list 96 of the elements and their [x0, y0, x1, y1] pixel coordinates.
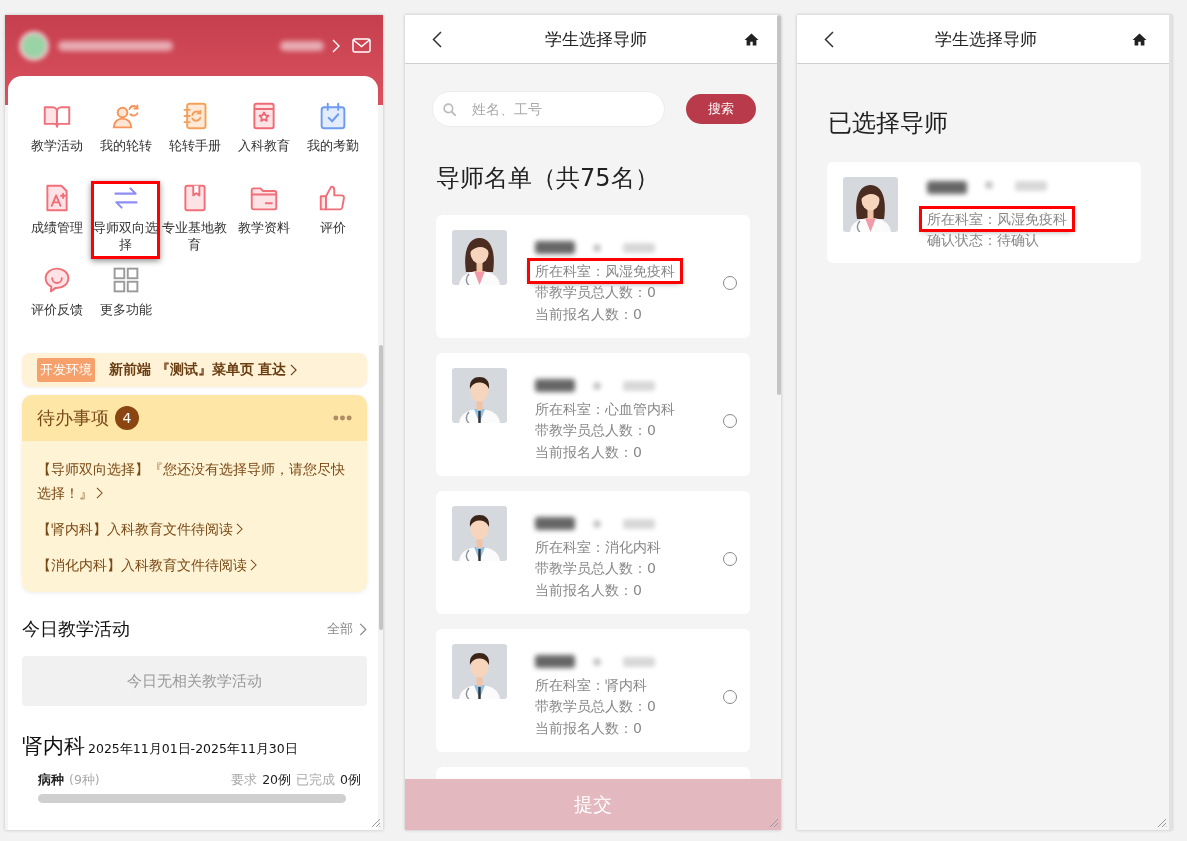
chevron-right-icon: [290, 364, 298, 376]
tutor-card[interactable]: 所在科室：风湿免疫科 带教学员总人数：0 当前报名人数：0: [436, 215, 750, 338]
applicants-count: 当前报名人数：0: [535, 444, 642, 462]
thumbs-up-icon: [318, 184, 347, 212]
doctor-avatar-icon: [843, 177, 898, 232]
tutor-card[interactable]: 所在科室：风湿免疫科 确认状态：待确认: [827, 162, 1141, 263]
stat-label: 要求: [231, 772, 258, 788]
env-tag: 开发环境: [37, 358, 95, 382]
page-title: 学生选择导师: [544, 27, 647, 51]
blurred-text: [623, 518, 655, 529]
list-title: 导师名单（共75名）: [436, 163, 660, 193]
scrollbar-thumb[interactable]: [777, 15, 781, 395]
blurred-text: [623, 380, 655, 391]
menu-item[interactable]: 教学活动: [22, 99, 91, 177]
chevron-right-icon: [96, 487, 103, 499]
chevron-right-icon[interactable]: [332, 38, 340, 53]
menu-item[interactable]: 轮转手册: [160, 99, 229, 177]
blurred-text: [593, 657, 601, 666]
search-icon: [443, 102, 456, 116]
menu-item[interactable]: 评价反馈: [22, 263, 91, 341]
date-range: 2025年11月01日-2025年11月30日: [88, 741, 298, 758]
menu-item[interactable]: 评价: [298, 181, 367, 259]
banner-link[interactable]: 新前端 『测试』菜单页 直达: [109, 361, 298, 379]
doctor-avatar-icon: [452, 644, 507, 699]
stat-label: 已完成: [296, 772, 336, 788]
blurred-text: [280, 40, 324, 51]
folder-icon: [249, 184, 278, 212]
scrollbar-thumb[interactable]: [379, 345, 383, 630]
home-icon[interactable]: [744, 32, 759, 46]
swap-arrows-icon: [111, 184, 140, 212]
tutor-card[interactable]: 所在科室：肾内科 带教学员总人数：0 当前报名人数：0: [436, 629, 750, 752]
grid-icon: [111, 266, 140, 294]
menu-item[interactable]: 教学资料: [229, 181, 298, 259]
blurred-text: [593, 243, 601, 252]
students-count: 带教学员总人数：0: [535, 560, 656, 578]
department-text: 所在科室：风湿免疫科: [530, 261, 680, 281]
stat-count: (9种): [69, 772, 100, 788]
todo-link[interactable]: 【肾内科】入科教育文件待阅读: [37, 517, 352, 541]
section-title: 今日教学活动: [22, 617, 130, 641]
blurred-text: [623, 242, 655, 253]
blurred-text: [1015, 181, 1047, 191]
chevron-right-icon: [250, 559, 257, 571]
menu-item[interactable]: 我的考勤: [298, 99, 367, 177]
blurred-text: [623, 656, 655, 667]
tutor-card[interactable]: 所在科室：消化内科 带教学员总人数：0 当前报名人数：0: [436, 491, 750, 614]
stat-value: 20例: [262, 772, 292, 788]
empty-state: 今日无相关教学活动: [22, 656, 367, 706]
status-text: 确认状态：待确认: [927, 232, 1039, 250]
more-icon[interactable]: [333, 415, 352, 421]
menu-item[interactable]: 成绩管理: [22, 181, 91, 259]
mail-icon[interactable]: [352, 38, 371, 53]
search-field[interactable]: 姓名、工号: [432, 91, 665, 127]
students-count: 带教学员总人数：0: [535, 284, 656, 302]
applicants-count: 当前报名人数：0: [535, 720, 642, 738]
all-link[interactable]: 全部: [327, 620, 367, 638]
chevron-right-icon: [236, 523, 243, 535]
count-badge: 4: [115, 406, 139, 430]
home-icon[interactable]: [1132, 32, 1147, 46]
back-icon[interactable]: [432, 30, 442, 48]
menu-item[interactable]: 入科教育: [229, 99, 298, 177]
doctor-avatar-icon: [452, 368, 507, 423]
department-text: 所在科室：消化内科: [534, 538, 662, 557]
chevron-right-icon: [359, 622, 367, 636]
doctor-avatar-icon: [452, 230, 507, 285]
section-title: 已选择导师: [828, 108, 949, 138]
blurred-text: [985, 181, 993, 189]
students-count: 带教学员总人数：0: [535, 698, 656, 716]
search-button[interactable]: 搜索: [686, 94, 756, 124]
resize-grip-icon[interactable]: [369, 816, 381, 828]
blurred-text: [593, 519, 601, 528]
menu-item[interactable]: 导师双向选择: [91, 181, 160, 259]
todo-link[interactable]: 【导师双向选择】『您还没有选择导师，请您尽快选择！』: [37, 457, 352, 505]
todo-title: 待办事项: [37, 406, 109, 430]
menu-item[interactable]: 我的轮转: [91, 99, 160, 177]
department-text: 所在科室：肾内科: [534, 676, 648, 695]
calendar-check-icon: [318, 102, 347, 130]
stat-label: 病种: [38, 772, 64, 788]
tutor-card[interactable]: 所在科室：心血管内科 带教学员总人数：0 当前报名人数：0: [436, 353, 750, 476]
resize-grip-icon[interactable]: [1155, 816, 1167, 828]
resize-grip-icon[interactable]: [767, 816, 779, 828]
doctor-avatar-icon: [452, 506, 507, 561]
department-text: 所在科室：风湿免疫科: [922, 209, 1072, 229]
blurred-text: [593, 381, 601, 390]
department-text: 所在科室：心血管内科: [534, 400, 676, 419]
back-icon[interactable]: [824, 30, 834, 48]
menu-item[interactable]: 专业基地教育: [160, 181, 229, 259]
students-count: 带教学员总人数：0: [535, 422, 656, 440]
person-arrows-icon: [111, 102, 140, 130]
applicants-count: 当前报名人数：0: [535, 306, 642, 324]
applicants-count: 当前报名人数：0: [535, 582, 642, 600]
chat-bubble-icon: [42, 266, 71, 294]
page-title: 学生选择导师: [934, 27, 1037, 51]
stat-value: 0例: [340, 772, 361, 788]
department-title: 肾内科: [22, 733, 85, 759]
todo-link[interactable]: 【消化内科】入科教育文件待阅读: [37, 553, 352, 577]
menu-item[interactable]: 更多功能: [91, 263, 160, 341]
